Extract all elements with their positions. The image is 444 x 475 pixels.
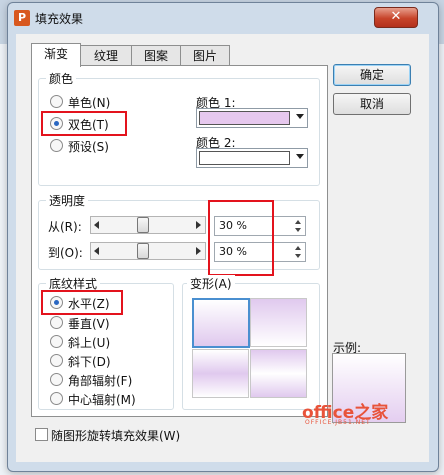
tab-texture[interactable]: 纹理: [80, 45, 132, 66]
radio-one-color-label: 单色(N): [68, 96, 111, 110]
variant-1[interactable]: [192, 298, 250, 348]
variant-2[interactable]: [250, 298, 307, 347]
arrow-right-icon[interactable]: [196, 221, 201, 229]
from-label: 从(R):: [48, 220, 82, 234]
from-spin-buttons[interactable]: [293, 217, 304, 235]
radio-vertical-label: 垂直(V): [68, 317, 110, 331]
close-icon: ✕: [390, 9, 402, 24]
radio-vertical[interactable]: [50, 316, 63, 329]
variant-3[interactable]: [192, 349, 249, 398]
arrow-left-icon[interactable]: [94, 247, 99, 255]
tab-pattern[interactable]: 图案: [131, 45, 181, 66]
rotate-with-shape-label: 随图形旋转填充效果(W): [51, 429, 181, 443]
color2-dropdown[interactable]: [196, 148, 308, 168]
ok-button[interactable]: 确定: [333, 64, 411, 86]
radio-from-corner-label: 角部辐射(F): [68, 374, 133, 388]
radio-preset[interactable]: [50, 139, 63, 152]
chevron-down-icon: [296, 114, 304, 119]
arrow-right-icon[interactable]: [196, 247, 201, 255]
from-slider[interactable]: [90, 216, 206, 234]
rotate-with-shape-checkbox[interactable]: [35, 428, 48, 441]
arrow-left-icon[interactable]: [94, 221, 99, 229]
dialog-title: 填充效果: [35, 12, 84, 26]
radio-from-center-label: 中心辐射(M): [68, 393, 136, 407]
close-button[interactable]: ✕: [374, 7, 418, 28]
app-icon: P: [14, 10, 30, 26]
variant-4[interactable]: [250, 349, 307, 398]
to-spin-buttons[interactable]: [293, 243, 304, 261]
radio-one-color[interactable]: [50, 95, 63, 108]
from-slider-thumb[interactable]: [137, 217, 149, 233]
radio-two-colors-label: 双色(T): [68, 118, 109, 132]
radio-diagonal-down-label: 斜下(D): [68, 355, 111, 369]
spin-up-icon[interactable]: [295, 246, 301, 250]
variants-label: 变形(A): [187, 275, 235, 292]
spin-down-icon[interactable]: [295, 254, 301, 258]
to-label: 到(O):: [48, 246, 83, 260]
chevron-down-icon: [296, 154, 304, 159]
highlight-transparency: [208, 200, 274, 276]
to-slider[interactable]: [90, 242, 206, 260]
radio-two-colors[interactable]: [50, 117, 63, 130]
tab-picture[interactable]: 图片: [180, 45, 230, 66]
color1-dropdown[interactable]: [196, 108, 308, 128]
radio-diagonal-up-label: 斜上(U): [68, 336, 111, 350]
radio-horizontal[interactable]: [50, 296, 63, 309]
spin-down-icon[interactable]: [295, 228, 301, 232]
radio-from-center[interactable]: [50, 392, 63, 405]
transparency-group-label: 透明度: [46, 192, 89, 209]
color1-swatch: [199, 111, 290, 125]
spin-up-icon[interactable]: [295, 220, 301, 224]
to-slider-thumb[interactable]: [137, 243, 149, 259]
radio-from-corner[interactable]: [50, 373, 63, 386]
cancel-button[interactable]: 取消: [333, 93, 411, 115]
tab-gradient[interactable]: 渐变: [31, 43, 81, 67]
radio-diagonal-down[interactable]: [50, 354, 63, 367]
color2-swatch: [199, 151, 290, 165]
radio-horizontal-label: 水平(Z): [68, 297, 110, 311]
colors-group-label: 颜色: [46, 70, 77, 87]
radio-diagonal-up[interactable]: [50, 335, 63, 348]
radio-preset-label: 预设(S): [68, 140, 109, 154]
watermark-url: OFFICE.JB51.NET: [305, 419, 371, 426]
